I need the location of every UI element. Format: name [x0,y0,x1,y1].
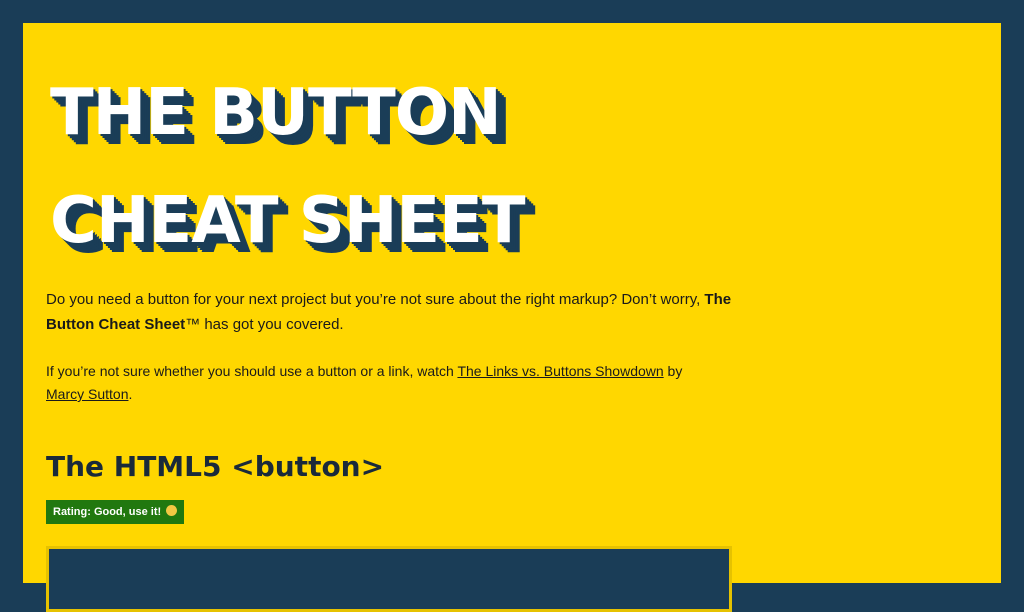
intro-paragraph: Do you need a button for your next proje… [46,287,736,337]
page-title: THE BUTTON CHEAT SHEET [50,59,525,275]
page-title-line-2: CHEAT SHEET [50,184,525,258]
marcy-sutton-link[interactable]: Marcy Sutton [46,386,128,402]
button-vs-link-paragraph: If you’re not sure whether you should us… [46,360,686,406]
code-block [46,546,732,612]
section-heading: The HTML5 <button> [46,450,385,483]
intro2-text-1: If you’re not sure whether you should us… [46,363,458,379]
intro-text-1: Do you need a button for your next proje… [46,291,705,308]
intro2-text-2: by [663,363,683,379]
rating-badge: Rating: Good, use it! [46,500,185,524]
rating-badge-label: Rating: Good, use it! [53,506,162,518]
page-title-line-1: THE BUTTON [50,76,502,150]
intro-text-2: ™ has got you covered. [185,316,344,333]
page-background: THE BUTTON CHEAT SHEET Do you need a but… [23,23,1001,612]
intro2-text-3: . [128,386,133,402]
links-vs-buttons-link[interactable]: The Links vs. Buttons Showdown [457,363,663,379]
smiley-emoji-icon [166,505,178,516]
